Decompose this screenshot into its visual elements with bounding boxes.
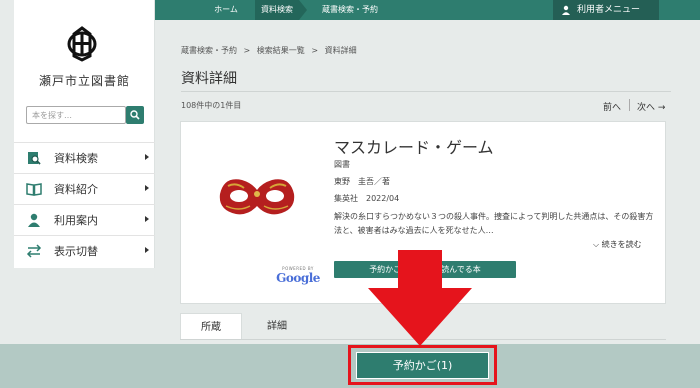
pager-divider — [629, 99, 630, 111]
book-search-icon — [26, 150, 42, 166]
book-publisher: 集英社 2022/04 — [334, 194, 400, 203]
search-icon — [130, 110, 140, 120]
open-book-icon — [26, 181, 42, 197]
book-author[interactable]: 東野 圭吾／著 — [334, 176, 390, 187]
sidebar-item-label: 表示切替 — [54, 245, 98, 258]
sidebar-item-label: 資料紹介 — [54, 183, 98, 196]
book-description: 解決の糸口すらつかめない３つの殺人事件。捜査によって判明した共通点は、その殺害方… — [334, 212, 654, 235]
down-arrow-icon — [368, 250, 472, 346]
prev-link[interactable]: 前へ — [603, 100, 621, 113]
sidebar-item-display-toggle[interactable]: 表示切替 — [14, 235, 155, 266]
library-logo-icon — [67, 26, 97, 62]
tab-details[interactable]: 詳細 — [248, 313, 306, 340]
book-cover-image — [214, 136, 300, 256]
sidebar-item-guide[interactable]: 利用案内 — [14, 204, 155, 235]
nav-current-link[interactable]: 資料検索 — [255, 0, 299, 20]
search-button[interactable] — [126, 106, 144, 124]
breadcrumb-link-results[interactable]: 検索結果一覧 — [257, 46, 305, 55]
breadcrumb: 蔵書検索・予約 > 検索結果一覧 > 資料詳細 — [181, 45, 361, 56]
user-icon — [562, 5, 570, 15]
book-title: マスカレード・ゲーム — [334, 138, 494, 157]
chevron-right-icon — [145, 247, 149, 253]
sidebar: 瀬戸市立図書館 本を探す… 資料検索 資料紹介 利用案内 表示切替 — [14, 0, 155, 268]
page-title: 資料詳細 — [181, 71, 237, 87]
reserve-cart-button[interactable]: 予約かご(1) — [356, 352, 489, 379]
breadcrumb-link-search[interactable]: 蔵書検索・予約 — [181, 46, 237, 55]
top-nav-bar: ホーム 資料検索 蔵書検索・予約 利用者メニュー — [155, 0, 700, 20]
chevron-right-icon — [145, 216, 149, 222]
chevron-right-icon — [145, 185, 149, 191]
read-more-label: 続きを読む — [601, 240, 642, 249]
powered-by-google: POWERED BY Google — [273, 266, 323, 285]
chevron-down-icon: ⌵ — [593, 240, 600, 249]
sidebar-item-introduction[interactable]: 資料紹介 — [14, 173, 155, 204]
sidebar-item-label: 資料検索 — [54, 152, 98, 165]
google-logo: Google — [276, 271, 320, 285]
user-menu-button[interactable]: 利用者メニュー — [553, 0, 659, 20]
user-menu-label: 利用者メニュー — [577, 5, 641, 15]
user-icon — [26, 212, 42, 228]
search-input[interactable]: 本を探す… — [26, 106, 126, 124]
read-more-link[interactable]: ⌵ 続きを読む — [593, 239, 642, 250]
sidebar-item-label: 利用案内 — [54, 214, 98, 227]
next-link[interactable]: 次へ → — [637, 100, 665, 113]
nav-home-link[interactable]: ホーム — [195, 0, 257, 20]
chevron-right-icon — [145, 154, 149, 160]
tab-holdings[interactable]: 所蔵 — [180, 313, 242, 340]
breadcrumb-current: 資料詳細 — [324, 46, 357, 55]
breadcrumb-separator: > — [311, 46, 319, 55]
divider — [181, 91, 671, 92]
breadcrumb-separator: > — [243, 46, 251, 55]
book-type: 図書 — [334, 160, 350, 169]
sidebar-item-search[interactable]: 資料検索 — [14, 142, 155, 173]
swap-arrows-icon — [26, 243, 42, 259]
library-name: 瀬戸市立図書館 — [38, 74, 130, 88]
nav-section-link[interactable]: 蔵書検索・予約 — [305, 0, 395, 20]
result-count: 108件中の1件目 — [181, 101, 242, 110]
